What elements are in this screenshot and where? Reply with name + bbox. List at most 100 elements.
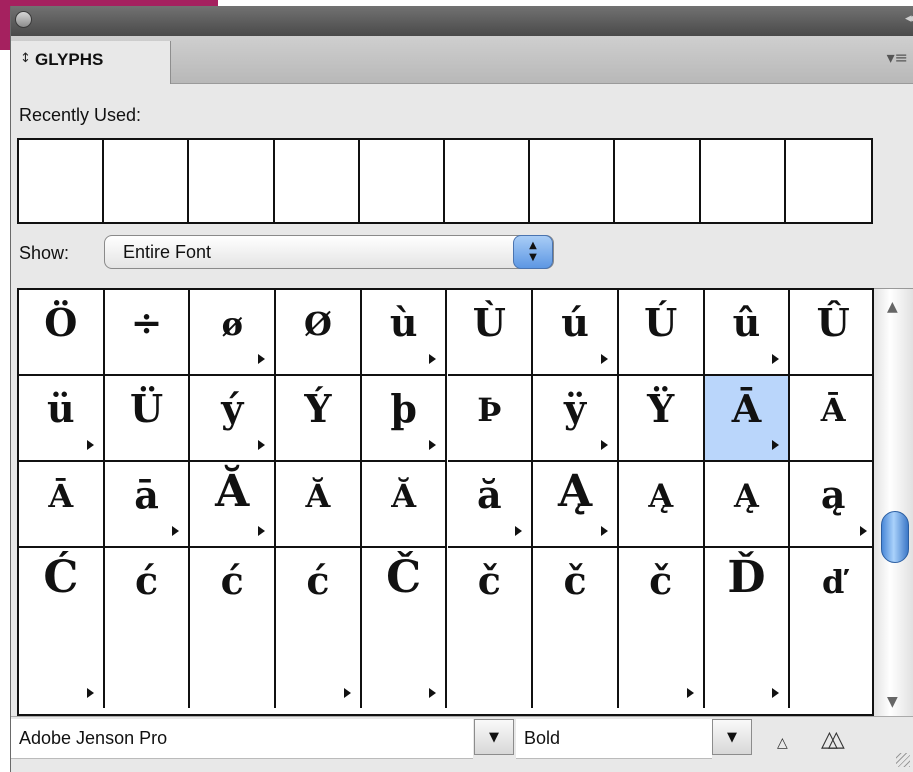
recent-glyph-cell[interactable]: [615, 140, 701, 222]
glyph-character: ÷: [130, 300, 163, 345]
glyph-cell[interactable]: Þ: [447, 376, 534, 462]
alternates-triangle-icon[interactable]: [772, 688, 780, 698]
glyph-character: ď: [821, 563, 845, 601]
glyph-cell[interactable]: ù: [361, 290, 448, 376]
glyph-cell[interactable]: ď: [790, 548, 872, 708]
scroll-up-icon[interactable]: ▲: [887, 299, 898, 315]
glyph-character: Ā: [820, 391, 846, 429]
font-family-dropdown-button[interactable]: ▼: [474, 719, 514, 755]
glyph-character: ý: [221, 386, 244, 431]
alternates-triangle-icon[interactable]: [172, 526, 180, 536]
glyph-cell[interactable]: ć: [276, 548, 362, 708]
show-dropdown-stepper-icon[interactable]: ▲ ▼: [513, 235, 553, 269]
glyph-cell[interactable]: Ā: [704, 376, 791, 462]
glyph-cell[interactable]: Ă: [361, 462, 448, 548]
glyph-character: Ü: [129, 386, 164, 431]
glyph-cell[interactable]: Ā: [790, 376, 872, 462]
show-dropdown[interactable]: Entire Font ▲ ▼: [104, 235, 554, 269]
glyph-character: ÿ: [563, 386, 587, 431]
recent-glyph-cell[interactable]: [445, 140, 531, 222]
glyph-cell[interactable]: Ø: [276, 290, 362, 376]
glyph-cell[interactable]: û: [704, 290, 791, 376]
alternates-triangle-icon[interactable]: [258, 354, 266, 364]
glyph-cell[interactable]: Ą: [618, 462, 705, 548]
zoom-out-icon[interactable]: △: [777, 735, 788, 751]
glyph-cell[interactable]: Ù: [447, 290, 534, 376]
glyph-character: ā: [134, 472, 159, 517]
glyph-cell[interactable]: č: [618, 548, 705, 708]
alternates-triangle-icon[interactable]: [600, 440, 608, 450]
alternates-triangle-icon[interactable]: [258, 526, 266, 536]
font-family-field[interactable]: Adobe Jenson Pro: [11, 719, 473, 759]
alternates-triangle-icon[interactable]: [515, 526, 523, 536]
font-style-dropdown-button[interactable]: ▼: [712, 719, 752, 755]
glyph-cell[interactable]: Ÿ: [618, 376, 705, 462]
glyph-cell[interactable]: ú: [533, 290, 619, 376]
glyph-cell[interactable]: ÷: [104, 290, 191, 376]
recent-glyph-cell[interactable]: [189, 140, 275, 222]
scroll-thumb[interactable]: [881, 511, 909, 563]
glyph-character: ą: [820, 472, 846, 517]
alternates-triangle-icon[interactable]: [772, 440, 780, 450]
alternates-triangle-icon[interactable]: [600, 526, 608, 536]
alternates-triangle-icon[interactable]: [86, 440, 94, 450]
glyph-cell[interactable]: Ă: [190, 462, 277, 548]
glyph-cell[interactable]: ć: [190, 548, 277, 708]
glyph-cell[interactable]: ü: [19, 376, 105, 462]
font-style-field[interactable]: Bold: [516, 719, 712, 759]
glyph-character: ú: [561, 300, 589, 345]
recent-glyph-cell[interactable]: [786, 140, 871, 222]
glyph-cell[interactable]: ý: [190, 376, 277, 462]
alternates-triangle-icon[interactable]: [258, 440, 266, 450]
glyph-cell[interactable]: ø: [190, 290, 277, 376]
glyph-cell[interactable]: Ă: [276, 462, 362, 548]
recent-glyph-cell[interactable]: [701, 140, 786, 222]
glyph-cell[interactable]: Č: [361, 548, 448, 708]
recent-glyph-cell[interactable]: [530, 140, 616, 222]
alternates-triangle-icon[interactable]: [86, 688, 94, 698]
glyph-character: Ą: [557, 466, 593, 517]
glyph-cell[interactable]: ā: [104, 462, 191, 548]
alternates-triangle-icon[interactable]: [772, 354, 780, 364]
alternates-triangle-icon[interactable]: [686, 688, 694, 698]
recent-glyph-cell[interactable]: [275, 140, 360, 222]
alternates-triangle-icon[interactable]: [429, 440, 437, 450]
scroll-down-icon[interactable]: ▼: [887, 694, 898, 710]
glyph-cell[interactable]: þ: [361, 376, 448, 462]
recent-glyph-cell[interactable]: [104, 140, 190, 222]
alternates-triangle-icon[interactable]: [859, 526, 867, 536]
glyph-character: č: [563, 558, 587, 603]
glyph-cell[interactable]: Ą: [533, 462, 619, 548]
alternates-triangle-icon[interactable]: [343, 688, 351, 698]
alternates-triangle-icon[interactable]: [600, 354, 608, 364]
recent-glyph-cell[interactable]: [360, 140, 445, 222]
glyph-cell[interactable]: č: [447, 548, 534, 708]
resize-grip-icon[interactable]: [896, 753, 910, 767]
glyph-character: Þ: [477, 391, 502, 429]
glyph-cell[interactable]: Ą: [704, 462, 791, 548]
glyphs-panel: ◂◂ ↕ GLYPHS ▾≡ Recently Used: Show: Enti…: [10, 6, 913, 772]
close-button[interactable]: [15, 11, 32, 28]
glyph-cell[interactable]: Ý: [276, 376, 362, 462]
glyph-cell[interactable]: Ö: [19, 290, 105, 376]
panel-menu-icon[interactable]: ▾≡: [887, 48, 908, 67]
collapse-panel-icon[interactable]: ◂◂: [905, 11, 913, 26]
glyph-cell[interactable]: ÿ: [533, 376, 619, 462]
glyph-cell[interactable]: Ü: [104, 376, 191, 462]
recent-glyph-cell[interactable]: [19, 140, 105, 222]
glyph-cell[interactable]: ć: [104, 548, 191, 708]
glyph-character: č: [477, 558, 501, 603]
zoom-in-icon[interactable]: △△: [821, 727, 845, 752]
glyph-cell[interactable]: Ć: [19, 548, 105, 708]
tab-glyphs[interactable]: ↕ GLYPHS: [11, 41, 171, 84]
glyph-cell[interactable]: Ú: [618, 290, 705, 376]
glyph-cell[interactable]: Ď: [704, 548, 791, 708]
glyph-cell[interactable]: ą: [790, 462, 872, 548]
alternates-triangle-icon[interactable]: [429, 688, 437, 698]
glyph-cell[interactable]: Û: [790, 290, 872, 376]
glyph-cell[interactable]: ă: [447, 462, 534, 548]
glyph-scrollbar[interactable]: ▲ ▼: [874, 288, 913, 716]
glyph-cell[interactable]: Ā: [19, 462, 105, 548]
alternates-triangle-icon[interactable]: [429, 354, 437, 364]
glyph-cell[interactable]: č: [533, 548, 619, 708]
